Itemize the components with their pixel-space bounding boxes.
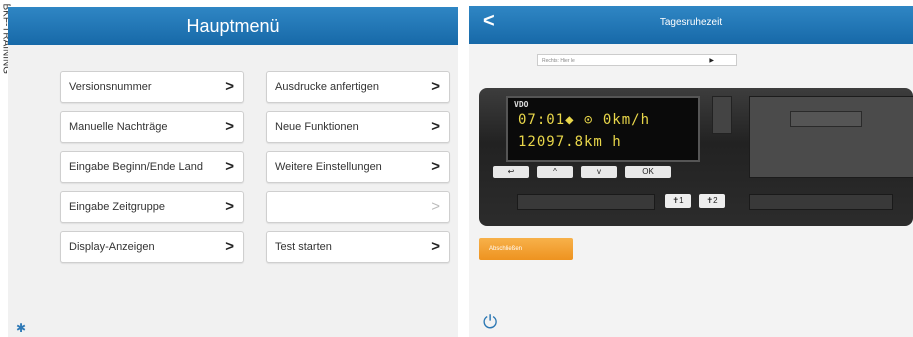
finish-button[interactable]: Abschließen: [479, 238, 573, 260]
device-down-button[interactable]: v: [581, 166, 617, 178]
manual-entries-button[interactable]: Manuelle Nachträge >: [60, 111, 244, 143]
dropdown-arrow-icon: ▶: [709, 58, 714, 64]
card-2-button[interactable]: ✝2: [699, 194, 725, 208]
tray-handle: [790, 111, 862, 127]
brand-logo: VDO: [514, 100, 529, 109]
slot-dropdown[interactable]: Rechts: Hier le ▶: [537, 54, 737, 66]
chevron-right-icon: >: [225, 158, 234, 175]
chevron-right-icon: >: [431, 198, 440, 215]
daily-rest-header: < Tagesruhezeit: [469, 6, 913, 44]
printer-tray[interactable]: [749, 96, 913, 178]
daily-rest-title: Tagesruhezeit: [659, 17, 723, 28]
card-1-button[interactable]: ✝1: [665, 194, 691, 208]
print-outputs-button[interactable]: Ausdrucke anfertigen >: [266, 71, 450, 103]
chevron-right-icon: >: [431, 78, 440, 95]
version-number-button[interactable]: Versionsnummer >: [60, 71, 244, 103]
main-menu-panel: Hauptmenü Versionsnummer > Ausdrucke anfe…: [8, 6, 458, 337]
start-test-button[interactable]: Test starten >: [266, 231, 450, 263]
chevron-right-icon: >: [431, 238, 440, 255]
dropdown-value: Rechts: Hier le: [542, 58, 575, 64]
empty-menu-button[interactable]: >: [266, 191, 450, 223]
time-group-button[interactable]: Eingabe Zeitgruppe >: [60, 191, 244, 223]
daily-rest-panel: < Tagesruhezeit Rechts: Hier le ▶ VDO 07…: [469, 6, 913, 337]
chevron-right-icon: >: [225, 118, 234, 135]
more-settings-button[interactable]: Weitere Einstellungen >: [266, 151, 450, 183]
card-slot-2: [749, 194, 893, 210]
small-slot: [712, 96, 732, 134]
device-up-button[interactable]: ^: [537, 166, 573, 178]
chevron-right-icon: >: [225, 78, 234, 95]
tachograph-display: VDO 07:01◆ ⊙ 0km/h 12097.8km h: [506, 96, 700, 162]
tachograph-device: VDO 07:01◆ ⊙ 0km/h 12097.8km h ↩ ^ v OK …: [479, 88, 913, 226]
chevron-right-icon: >: [431, 158, 440, 175]
chevron-right-icon: >: [225, 198, 234, 215]
chevron-right-icon: >: [225, 238, 234, 255]
main-menu-header: Hauptmenü: [8, 6, 458, 45]
power-icon[interactable]: ⏻: [483, 312, 497, 333]
display-line-time-speed: 07:01◆ ⊙ 0km/h: [518, 112, 651, 128]
country-start-end-button[interactable]: Eingabe Beginn/Ende Land >: [60, 151, 244, 183]
card-slot-1: [517, 194, 655, 210]
display-line-odometer: 12097.8km h: [518, 134, 622, 150]
back-arrow-icon[interactable]: <: [483, 6, 495, 36]
display-views-button[interactable]: Display-Anzeigen >: [60, 231, 244, 263]
settings-icon[interactable]: ✱: [16, 321, 26, 335]
chevron-right-icon: >: [431, 118, 440, 135]
device-back-button[interactable]: ↩: [493, 166, 529, 178]
new-functions-button[interactable]: Neue Funktionen >: [266, 111, 450, 143]
device-ok-button[interactable]: OK: [625, 166, 671, 178]
